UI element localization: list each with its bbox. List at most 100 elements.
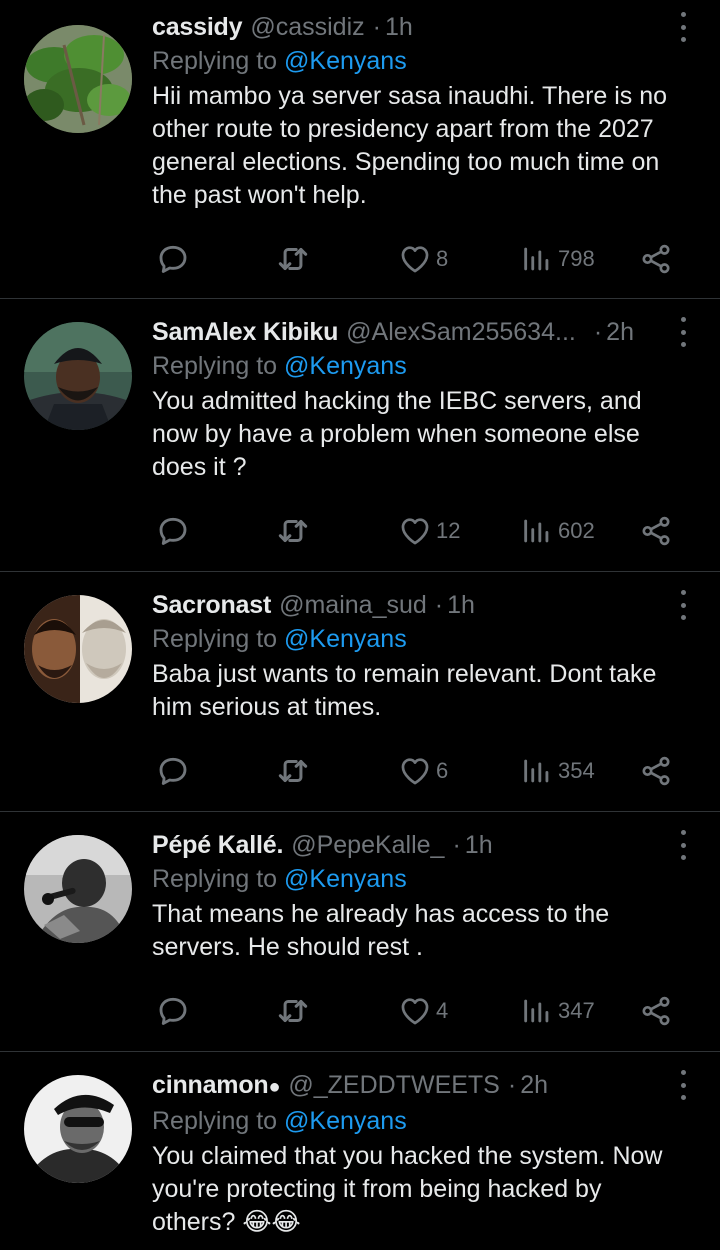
reply-button[interactable] — [155, 991, 195, 1031]
tweet-content: cinnamon ● @_ZEDDTWEETS · 2h Replying to… — [152, 1068, 663, 1239]
reply-tweet[interactable]: Pépé Kallé. @PepeKalle_ · 1h Replying to… — [0, 812, 720, 1052]
more-vertical-icon[interactable] — [676, 317, 690, 347]
tweet-text-line: general elections. Spending too much tim… — [152, 148, 660, 176]
separator: · — [452, 831, 461, 859]
retweet-icon — [278, 247, 308, 271]
tweet-header: SamAlex Kibiku @AlexSam255634... · 2h — [152, 315, 660, 349]
views-button[interactable]: 798 — [520, 239, 595, 279]
share-button[interactable] — [639, 511, 673, 551]
replying-to: Replying to @Kenyans — [152, 1104, 660, 1138]
reply-tweet[interactable]: cinnamon ● @_ZEDDTWEETS · 2h Replying to… — [0, 1052, 720, 1250]
display-name[interactable]: Pépé Kallé. — [152, 828, 283, 862]
views-bar-chart-icon — [524, 519, 549, 543]
like-button[interactable]: 8 — [398, 239, 448, 279]
avatar[interactable] — [24, 25, 132, 133]
retweet-button[interactable] — [274, 991, 316, 1031]
like-button[interactable]: 4 — [398, 991, 448, 1031]
like-button[interactable]: 6 — [398, 751, 448, 791]
timestamp[interactable]: 2h — [606, 315, 634, 349]
timestamp[interactable]: 1h — [385, 10, 413, 44]
heart-icon — [401, 518, 429, 545]
tweet-text-line: You claimed that you hacked the system. … — [152, 1142, 663, 1170]
tweet-text: Hii mambo ya server sasa inaudhi. There … — [152, 80, 668, 212]
retweet-icon — [278, 999, 308, 1023]
replies-feed: cassidy @cassidiz · 1h Replying to @Keny… — [0, 0, 720, 1250]
share-button[interactable] — [639, 991, 673, 1031]
display-name[interactable]: Sacronast — [152, 588, 271, 622]
reply-tweet[interactable]: cassidy @cassidiz · 1h Replying to @Keny… — [0, 0, 720, 299]
mention-link[interactable]: @Kenyans — [284, 625, 407, 653]
like-count: 4 — [436, 998, 449, 1023]
views-button[interactable]: 347 — [520, 991, 595, 1031]
mention-link[interactable]: @Kenyans — [284, 352, 407, 380]
action-bar: 6 354 — [152, 751, 682, 791]
timestamp[interactable]: 1h — [465, 828, 493, 862]
reply-button[interactable] — [155, 239, 195, 279]
tweet-text-line: others? 😂😂 — [152, 1208, 301, 1236]
more-vertical-icon[interactable] — [676, 590, 690, 620]
views-count: 354 — [558, 758, 595, 783]
mention-link[interactable]: @Kenyans — [284, 865, 407, 893]
share-icon — [642, 244, 670, 274]
heart-icon — [401, 246, 429, 273]
replying-to-label: Replying to — [152, 1107, 278, 1135]
views-button[interactable]: 354 — [520, 751, 595, 791]
like-count: 8 — [436, 246, 449, 271]
user-handle[interactable]: @cassidiz — [250, 10, 364, 44]
reply-button[interactable] — [155, 751, 195, 791]
share-button[interactable] — [639, 751, 673, 791]
tweet-content: Sacronast @maina_sud · 1h Replying to @K… — [152, 588, 660, 724]
more-vertical-icon[interactable] — [676, 830, 690, 860]
tweet-text-line: Hii mambo ya server sasa inaudhi. There … — [152, 82, 668, 110]
timestamp[interactable]: 1h — [447, 588, 475, 622]
views-bar-chart-icon — [524, 247, 549, 271]
retweet-button[interactable] — [274, 751, 316, 791]
timestamp[interactable]: 2h — [520, 1068, 548, 1102]
action-bar: 4 347 — [152, 991, 682, 1031]
tweet-text-line: That means he already has access to the — [152, 900, 610, 928]
tweet-text-line: servers. He should rest . — [152, 933, 423, 961]
apple-logo-icon: ● — [268, 1076, 281, 1098]
display-name[interactable]: cinnamon — [152, 1068, 269, 1102]
retweet-button[interactable] — [274, 511, 316, 551]
views-bar-chart-icon — [524, 759, 549, 783]
avatar[interactable] — [24, 595, 132, 703]
user-handle[interactable]: @_ZEDDTWEETS — [288, 1068, 500, 1102]
views-button[interactable]: 602 — [520, 511, 595, 551]
tweet-text-line: now by have a problem when someone else — [152, 420, 640, 448]
reply-bubble-icon — [159, 517, 187, 545]
heart-icon — [401, 998, 429, 1025]
display-name[interactable]: cassidy — [152, 10, 243, 44]
tweet-content: SamAlex Kibiku @AlexSam255634... · 2h Re… — [152, 315, 660, 484]
more-vertical-icon[interactable] — [676, 12, 690, 42]
reply-tweet[interactable]: SamAlex Kibiku @AlexSam255634... · 2h Re… — [0, 299, 720, 572]
user-handle[interactable]: @AlexSam255634... — [346, 315, 576, 349]
heart-icon — [401, 758, 429, 785]
replying-to: Replying to @Kenyans — [152, 44, 660, 78]
avatar[interactable] — [24, 835, 132, 943]
replying-to: Replying to @Kenyans — [152, 622, 660, 656]
mention-link[interactable]: @Kenyans — [284, 1107, 407, 1135]
tweet-text-line: does it ? — [152, 453, 247, 481]
like-button[interactable]: 12 — [398, 511, 460, 551]
like-count: 12 — [436, 518, 461, 543]
retweet-button[interactable] — [274, 239, 316, 279]
separator: · — [372, 13, 381, 41]
replying-to-label: Replying to — [152, 47, 278, 75]
tweet-header: Pépé Kallé. @PepeKalle_ · 1h — [152, 828, 660, 862]
user-handle[interactable]: @maina_sud — [279, 588, 427, 622]
avatar[interactable] — [24, 322, 132, 430]
display-name[interactable]: SamAlex Kibiku — [152, 315, 338, 349]
share-icon — [642, 756, 670, 786]
reply-bubble-icon — [159, 997, 187, 1025]
tweet-content: Pépé Kallé. @PepeKalle_ · 1h Replying to… — [152, 828, 660, 964]
mention-link[interactable]: @Kenyans — [284, 47, 407, 75]
share-button[interactable] — [639, 239, 673, 279]
more-vertical-icon[interactable] — [676, 1070, 690, 1100]
avatar[interactable] — [24, 1075, 132, 1183]
tweet-header: cinnamon ● @_ZEDDTWEETS · 2h — [152, 1068, 660, 1104]
user-handle[interactable]: @PepeKalle_ — [291, 828, 444, 862]
reply-tweet[interactable]: Sacronast @maina_sud · 1h Replying to @K… — [0, 572, 720, 812]
views-bar-chart-icon — [524, 999, 549, 1023]
reply-button[interactable] — [155, 511, 195, 551]
